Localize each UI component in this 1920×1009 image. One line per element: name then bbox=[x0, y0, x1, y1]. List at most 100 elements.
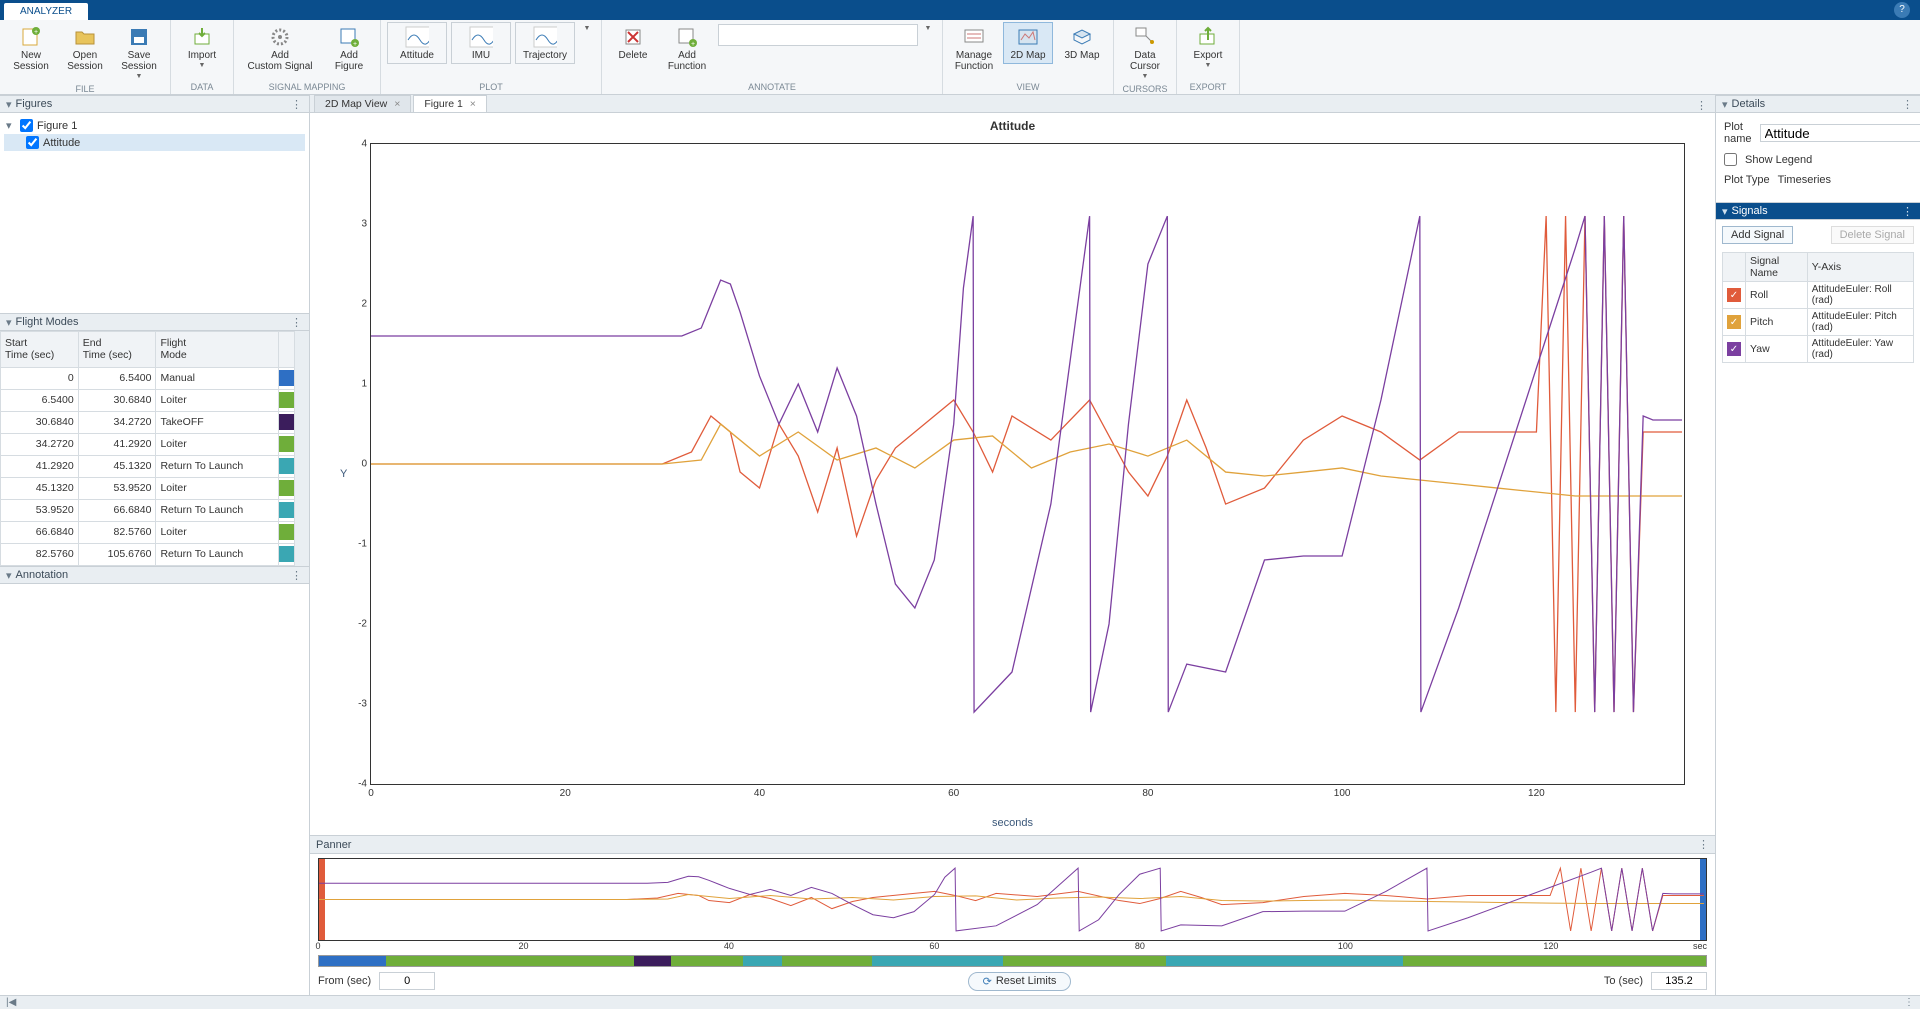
plot-imu-button[interactable]: IMU bbox=[451, 22, 511, 64]
flight-modes-panel-header[interactable]: ▾ Flight Modes ⋮ bbox=[0, 313, 309, 331]
imu-plot-icon bbox=[469, 25, 493, 49]
collapse-icon[interactable]: ▾ bbox=[6, 569, 12, 582]
gear-icon bbox=[268, 25, 292, 49]
figures-tree: ▾Figure 1Attitude bbox=[0, 113, 309, 313]
panel-menu-icon[interactable]: ⋮ bbox=[291, 98, 303, 111]
tab-figure-1[interactable]: Figure 1 × bbox=[413, 95, 487, 112]
flight-mode-row[interactable]: 53.952066.6840Return To Launch bbox=[1, 499, 295, 521]
plot-title: Attitude bbox=[310, 113, 1715, 139]
annotation-panel-header[interactable]: ▾ Annotation ⋮ bbox=[0, 566, 309, 584]
delete-button[interactable]: Delete bbox=[608, 22, 658, 64]
signal-row[interactable]: ✓RollAttitudeEuler: Roll (rad) bbox=[1723, 282, 1914, 309]
figure-tree-item[interactable]: ▾Figure 1 bbox=[4, 117, 305, 134]
plot-trajectory-button[interactable]: Trajectory bbox=[515, 22, 575, 64]
delete-icon bbox=[621, 25, 645, 49]
flight-mode-row[interactable]: 34.272041.2920Loiter bbox=[1, 433, 295, 455]
panel-menu-icon[interactable]: ⋮ bbox=[1902, 205, 1914, 218]
show-legend-checkbox[interactable] bbox=[1724, 153, 1737, 166]
annotate-expand[interactable]: ▼ bbox=[920, 22, 936, 35]
plot-attitude-button[interactable]: Attitude bbox=[387, 22, 447, 64]
ribbon: + New Session Open Session Save Session … bbox=[0, 20, 1920, 95]
plot-area[interactable]: Attitude Y seconds -4-3-2-10123402040608… bbox=[310, 113, 1715, 835]
save-session-button[interactable]: Save Session ▼ bbox=[114, 22, 164, 83]
figure-child-checkbox[interactable] bbox=[26, 136, 39, 149]
show-legend-label: Show Legend bbox=[1745, 154, 1812, 166]
collapse-icon[interactable]: ▾ bbox=[1722, 98, 1728, 111]
figures-panel-header[interactable]: ▾ Figures ⋮ bbox=[0, 95, 309, 113]
doc-tabs-menu-icon[interactable]: ⋮ bbox=[1696, 99, 1707, 112]
panner-from-input[interactable] bbox=[379, 972, 435, 990]
scrollbar[interactable] bbox=[295, 331, 309, 566]
details-panel-header[interactable]: ▾ Details ⋮ bbox=[1716, 95, 1920, 113]
collapse-icon[interactable]: ▾ bbox=[6, 98, 12, 111]
chevron-down-icon: ▼ bbox=[1142, 73, 1149, 80]
flight-mode-row[interactable]: 45.132053.9520Loiter bbox=[1, 477, 295, 499]
plot-name-input[interactable] bbox=[1760, 124, 1920, 142]
signal-color-check[interactable]: ✓ bbox=[1727, 288, 1741, 302]
flight-mode-row[interactable]: 6.540030.6840Loiter bbox=[1, 389, 295, 411]
import-button[interactable]: Import ▼ bbox=[177, 22, 227, 72]
3d-map-button[interactable]: 3D Map bbox=[1057, 22, 1107, 64]
signal-color-check[interactable]: ✓ bbox=[1727, 342, 1741, 356]
flight-mode-row[interactable]: 30.684034.2720TakeOFF bbox=[1, 411, 295, 433]
signals-table[interactable]: Signal NameY-Axis✓RollAttitudeEuler: Rol… bbox=[1722, 252, 1914, 363]
close-icon[interactable]: × bbox=[394, 98, 400, 110]
reset-limits-button[interactable]: ⟳ Reset Limits bbox=[968, 972, 1072, 991]
plot-gallery-expand[interactable]: ▼ bbox=[579, 22, 595, 35]
panel-menu-icon[interactable]: ⋮ bbox=[291, 569, 303, 582]
mode-bar-segment bbox=[634, 956, 671, 966]
mode-bar-segment bbox=[872, 956, 1003, 966]
flight-mode-row[interactable]: 66.684082.5760Loiter bbox=[1, 521, 295, 543]
help-icon[interactable]: ? bbox=[1894, 2, 1910, 18]
panner-title: Panner bbox=[316, 839, 351, 851]
panel-menu-icon[interactable]: ⋮ bbox=[1902, 98, 1914, 111]
svg-text:+: + bbox=[691, 41, 695, 48]
plot-axes[interactable]: -4-3-2-101234020406080100120 bbox=[370, 143, 1685, 785]
flight-mode-row[interactable]: 41.292045.1320Return To Launch bbox=[1, 455, 295, 477]
manage-function-button[interactable]: Manage Function bbox=[949, 22, 999, 75]
status-bar: |◀ ⋮ bbox=[0, 995, 1920, 1009]
signal-row[interactable]: ✓PitchAttitudeEuler: Pitch (rad) bbox=[1723, 309, 1914, 336]
signal-row[interactable]: ✓YawAttitudeEuler: Yaw (rad) bbox=[1723, 336, 1914, 363]
app-tab-analyzer[interactable]: ANALYZER bbox=[4, 3, 88, 20]
collapse-icon[interactable]: ▾ bbox=[1722, 205, 1728, 218]
status-back-icon[interactable]: |◀ bbox=[6, 997, 16, 1008]
y-axis-label: Y bbox=[340, 468, 347, 480]
open-session-button[interactable]: Open Session bbox=[60, 22, 110, 75]
flight-modes-table[interactable]: Start Time (sec)End Time (sec)Flight Mod… bbox=[0, 331, 309, 566]
signals-panel-header[interactable]: ▾ Signals ⋮ bbox=[1716, 202, 1920, 220]
reset-icon: ⟳ bbox=[983, 975, 992, 988]
figure-tree-child[interactable]: Attitude bbox=[4, 134, 305, 151]
import-icon bbox=[190, 25, 214, 49]
chevron-down-icon: ▼ bbox=[584, 25, 591, 32]
tab-2d-map-view[interactable]: 2D Map View × bbox=[314, 95, 411, 112]
panel-menu-icon[interactable]: ⋮ bbox=[1698, 838, 1709, 851]
panner-from-label: From (sec) bbox=[318, 975, 371, 987]
map-3d-icon bbox=[1070, 25, 1094, 49]
panel-menu-icon[interactable]: ⋮ bbox=[291, 316, 303, 329]
add-figure-button[interactable]: + Add Figure bbox=[324, 22, 374, 75]
app-tab-bar: ANALYZER ? bbox=[0, 0, 1920, 20]
signal-color-check[interactable]: ✓ bbox=[1727, 315, 1741, 329]
details-panel: Plot name Show Legend Plot Type Timeseri… bbox=[1716, 113, 1920, 202]
add-function-button[interactable]: + Add Function bbox=[662, 22, 712, 75]
flight-mode-row[interactable]: 06.5400Manual bbox=[1, 367, 295, 389]
save-icon bbox=[127, 25, 151, 49]
mode-bar-segment bbox=[386, 956, 634, 966]
delete-signal-button: Delete Signal bbox=[1831, 226, 1914, 244]
annotate-input[interactable] bbox=[718, 24, 918, 46]
panner-plot[interactable] bbox=[318, 858, 1707, 941]
close-icon[interactable]: × bbox=[470, 98, 476, 110]
data-cursor-button[interactable]: Data Cursor ▼ bbox=[1120, 22, 1170, 83]
panner-to-input[interactable] bbox=[1651, 972, 1707, 990]
new-session-button[interactable]: + New Session bbox=[6, 22, 56, 75]
collapse-icon[interactable]: ▾ bbox=[6, 316, 12, 329]
figure-checkbox[interactable] bbox=[20, 119, 33, 132]
add-signal-button[interactable]: Add Signal bbox=[1722, 226, 1793, 244]
status-menu-icon[interactable]: ⋮ bbox=[1904, 997, 1914, 1008]
export-button[interactable]: Export ▼ bbox=[1183, 22, 1233, 72]
2d-map-button[interactable]: 2D Map bbox=[1003, 22, 1053, 64]
data-cursor-icon bbox=[1133, 25, 1157, 49]
add-custom-signal-button[interactable]: Add Custom Signal bbox=[240, 22, 320, 75]
flight-mode-row[interactable]: 82.5760105.6760Return To Launch bbox=[1, 543, 295, 565]
